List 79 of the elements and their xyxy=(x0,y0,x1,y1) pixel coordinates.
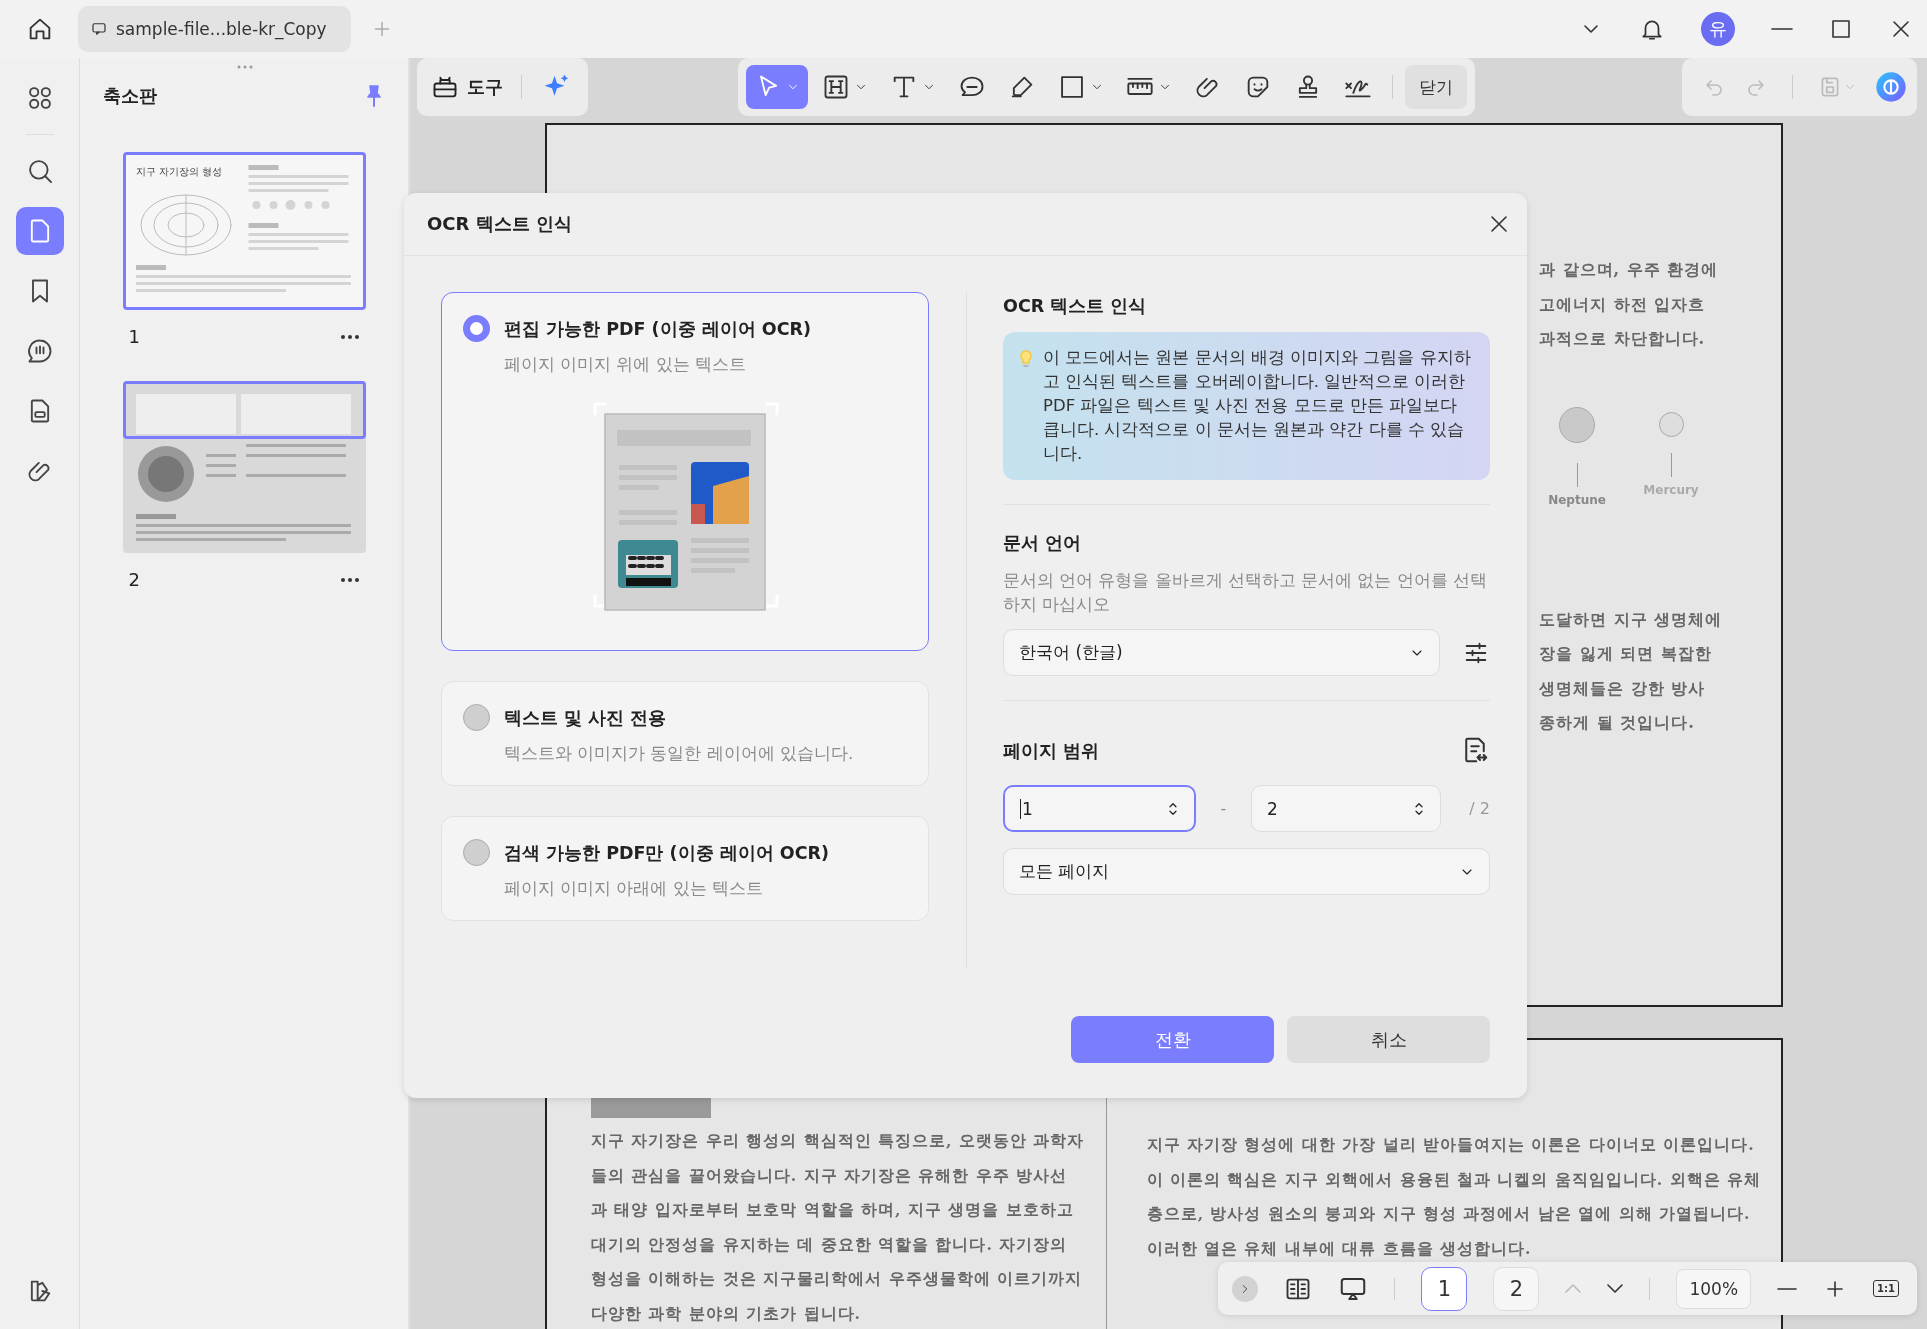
option-description: 페이지 이미지 아래에 있는 텍스트 xyxy=(503,878,764,900)
maximize-button[interactable] xyxy=(1829,17,1853,41)
option-title: 검색 가능한 PDF만 (이중 레이어 OCR) xyxy=(504,841,829,865)
text-line: 생명체들은 강한 방사 xyxy=(1539,677,1707,700)
text-line: 고에너지 하전 입자흐 xyxy=(1539,293,1707,316)
minimize-icon xyxy=(1771,27,1793,31)
page-thumbnail[interactable] xyxy=(122,381,366,553)
option-card[interactable]: 검색 가능한 PDF만 (이중 레이어 OCR) 페이지 이미지 아래에 있는 텍스트 xyxy=(441,816,929,921)
assistant-button[interactable] xyxy=(1875,71,1907,103)
radio-button[interactable] xyxy=(463,704,490,731)
chevron-up-icon xyxy=(1565,1284,1582,1293)
text-line: 과 같으며, 우주 환경에 xyxy=(1539,259,1720,281)
language-dropdown[interactable]: 한국어 (한글) xyxy=(1003,629,1440,676)
section-heading: 페이지 범위 xyxy=(1003,740,1100,763)
user-avatar[interactable]: 유 xyxy=(1701,12,1735,46)
text-line: 형성을 이해하는 것은 지구물리학에서 우주생물학에 이르기까지 xyxy=(591,1268,1083,1290)
info-text: 이 모드에서는 원본 문서의 배경 이미지와 그림을 유지하고 인식된 텍스트를 오버레이합니다. 일반적으로 이러한 PDF 파일은 텍스트 및 사진 전용 모드로 만든 파일보다 큽니다. 시각적으로 이 문서는 원본과 약간 다를 수 있습니다. xyxy=(1043,347,1472,465)
text-line: 지구 자기장 형성에 대한 가장 널리 받아들여지는 이론은 다이너모 이론입니다. xyxy=(1146,1134,1756,1156)
text-line: 다양한 과학 분야의 기초가 됩니다. xyxy=(591,1302,862,1325)
chat-icon xyxy=(90,20,108,38)
assistant-logo-icon xyxy=(1875,71,1907,103)
planet-label: Neptune xyxy=(1548,492,1606,507)
range-separator: - xyxy=(1219,799,1228,818)
page-number: 1 xyxy=(128,326,140,347)
text-line: 장을 잃게 되면 복잡한 xyxy=(1539,643,1713,665)
text-line: 대기의 안정성을 유지하는 데 중요한 역할을 합니다. 자기장의 xyxy=(591,1233,1069,1256)
end-page-field[interactable]: 2 xyxy=(1251,785,1441,832)
heading-icon xyxy=(822,73,850,101)
more-button[interactable] xyxy=(339,333,360,340)
minus-icon xyxy=(1777,1286,1798,1291)
actual-size-button[interactable]: 1:1 xyxy=(1873,1280,1899,1297)
start-page-field[interactable]: 1 xyxy=(1003,785,1196,832)
lightbulb-icon xyxy=(1019,350,1033,367)
text-line: 층으로, 방사성 원소의 붕괴와 지구 형성 과정에서 남은 열에 의해 가열됩니다. xyxy=(1146,1203,1752,1226)
section-heading: 문서 언어 xyxy=(1003,532,1083,555)
next-page-button[interactable] xyxy=(1607,1284,1624,1293)
chevron-down-icon xyxy=(1607,1284,1624,1293)
more-button[interactable] xyxy=(339,576,360,583)
section-heading: OCR 텍스트 인식 xyxy=(1003,295,1148,318)
tools-button[interactable]: 도구 xyxy=(425,72,509,102)
thumbnail-title: 지구 자기장의 형성 xyxy=(135,165,223,179)
maximize-icon xyxy=(1829,17,1853,41)
radio-button[interactable] xyxy=(463,839,490,866)
cancel-button[interactable]: 취소 xyxy=(1287,1016,1490,1063)
zoom-level[interactable]: 100% xyxy=(1676,1268,1752,1309)
page-button[interactable]: 2 xyxy=(1493,1266,1540,1311)
option-title: 편집 가능한 PDF (이중 레이어 OCR) xyxy=(504,317,811,341)
option-card[interactable]: 텍스트 및 사진 전용 텍스트와 이미지가 동일한 레이어에 있습니다. xyxy=(441,681,929,786)
document-tab[interactable]: sample-file...ble-kr_Copy xyxy=(78,6,351,52)
page-button[interactable]: 1 xyxy=(1421,1266,1468,1311)
dialog-title: OCR 텍스트 인식 xyxy=(427,212,572,236)
close-tools-button[interactable]: 닫기 xyxy=(1405,65,1467,109)
panel-title: 축소판 xyxy=(103,84,157,108)
page-range-dropdown[interactable]: 모든 페이지 xyxy=(1003,848,1490,895)
text-line: 과 태양 입자로부터 보호막 역할을 하며, 지구 생명을 보호하고 xyxy=(591,1199,1075,1221)
text-line: 종하게 될 것입니다. xyxy=(1539,712,1696,734)
option-description: 페이지 이미지 위에 있는 텍스트 xyxy=(503,354,747,376)
comment-icon xyxy=(25,337,54,365)
drag-handle-icon xyxy=(237,64,253,70)
option-card[interactable]: 편집 가능한 PDF (이중 레이어 OCR) 페이지 이미지 위에 있는 텍스트 xyxy=(441,292,929,651)
text-line: 과적으로 차단합니다. xyxy=(1539,328,1707,350)
option-title: 텍스트 및 사진 전용 xyxy=(504,706,667,730)
more-icon xyxy=(339,333,360,340)
text-line: 이러한 열은 유체 내부에 대류 흐름을 생성합니다. xyxy=(1146,1238,1533,1261)
rectangle-icon xyxy=(1058,73,1086,101)
section-description: 문서의 언어 유형을 올바르게 선택하고 문서에 없는 언어를 선택하지 마십시오 xyxy=(1003,570,1488,616)
radio-button[interactable] xyxy=(463,315,490,342)
page-total: / 2 xyxy=(1469,799,1490,818)
page-thumbnail[interactable]: 지구 자기장의 형성 xyxy=(122,152,366,310)
text-line: 도달하면 지구 생명체에 xyxy=(1539,608,1724,631)
more-icon xyxy=(339,576,360,583)
text-line: 지구 자기장은 우리 행성의 핵심적인 특징으로, 오랫동안 과학자 xyxy=(591,1130,1086,1152)
option-description: 텍스트와 이미지가 동일한 레이어에 있습니다. xyxy=(503,743,855,765)
page-number: 2 xyxy=(128,569,140,590)
planet-label: Mercury xyxy=(1643,482,1699,497)
zoom-out-button[interactable] xyxy=(1777,1286,1798,1291)
text-line: 들의 관심을 끌어왔습니다. 지구 자기장은 유해한 우주 방사선 xyxy=(591,1164,1069,1187)
text-line: 이 이론의 핵심은 지구 외핵에서 용융된 철과 니켈의 움직임입니다. 외핵은 유체 xyxy=(1146,1168,1761,1191)
minimize-button[interactable] xyxy=(1771,27,1793,31)
